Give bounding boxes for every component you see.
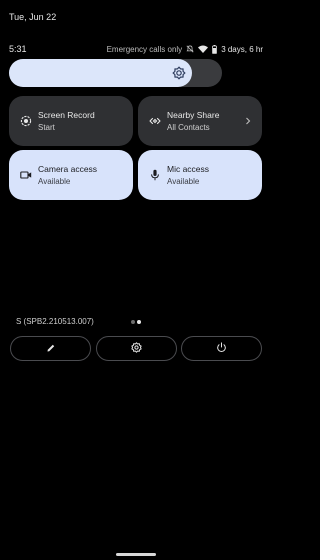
power-button[interactable] bbox=[181, 336, 262, 361]
chevron-right-icon bbox=[244, 114, 252, 128]
emergency-calls-label: Emergency calls only bbox=[106, 44, 183, 54]
tile-screen-record[interactable]: Screen Record Start bbox=[9, 96, 133, 146]
mic-icon bbox=[148, 169, 161, 182]
tile-subtitle: Available bbox=[167, 176, 200, 186]
tile-subtitle: Available bbox=[38, 176, 71, 186]
tile-nearby-share[interactable]: Nearby Share All Contacts bbox=[138, 96, 262, 146]
page-indicator-dot-active bbox=[137, 320, 141, 324]
tile-camera-access[interactable]: Camera access Available bbox=[9, 150, 133, 200]
settings-icon bbox=[131, 340, 142, 358]
brightness-icon bbox=[172, 66, 186, 80]
time-label: 5:31 bbox=[9, 44, 27, 54]
edit-button[interactable] bbox=[10, 336, 91, 361]
edit-icon bbox=[46, 340, 56, 358]
build-number-label: S (SPB2.210513.007) bbox=[16, 317, 94, 326]
power-icon bbox=[216, 340, 227, 358]
brightness-slider-fill[interactable] bbox=[9, 59, 192, 87]
tile-title: Screen Record bbox=[38, 109, 95, 120]
tile-subtitle: Start bbox=[38, 122, 55, 132]
tile-title: Camera access bbox=[38, 163, 98, 174]
status-bar: Emergency calls only 3 days, 6 hr bbox=[107, 43, 263, 55]
camera-icon bbox=[19, 169, 32, 182]
battery-icon bbox=[212, 44, 218, 54]
home-gesture-bar[interactable] bbox=[116, 553, 156, 556]
nearby-share-icon bbox=[148, 115, 161, 128]
tile-title: Mic access bbox=[167, 163, 210, 174]
date-label: Tue, Jun 22 bbox=[9, 12, 57, 22]
wifi-icon bbox=[198, 45, 209, 53]
settings-button[interactable] bbox=[96, 336, 177, 361]
screen-record-icon bbox=[19, 115, 32, 128]
do-not-disturb-off-icon bbox=[186, 45, 194, 53]
tile-mic-access[interactable]: Mic access Available bbox=[138, 150, 262, 200]
tile-subtitle: All Contacts bbox=[167, 122, 210, 132]
tile-title: Nearby Share bbox=[167, 109, 220, 120]
page-indicator-dot bbox=[131, 320, 135, 324]
battery-remaining-label: 3 days, 6 hr bbox=[221, 44, 263, 54]
